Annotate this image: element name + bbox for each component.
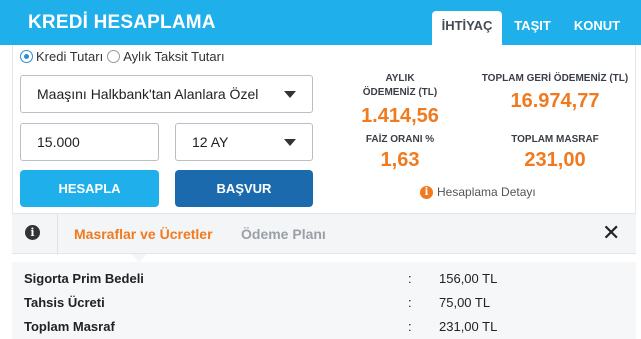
monthly-payment-label-line2: ÖDEMENİZ (TL): [362, 87, 438, 98]
row-value: 156,00 TL: [439, 271, 498, 286]
header-bar: KREDİ HESAPLAMA İHTİYAÇ TAŞIT KONUT: [0, 0, 641, 45]
radio-aylik-taksit[interactable]: [107, 50, 121, 63]
chevron-down-icon: [284, 139, 296, 146]
row-label: Tahsis Ücreti: [24, 295, 105, 310]
divider: [57, 214, 58, 255]
fees-table: Sigorta Prim Bedeli : 156,00 TL Tahsis Ü…: [12, 262, 636, 339]
info-icon: i: [420, 185, 433, 199]
active-tab-pointer: [131, 254, 147, 262]
row-separator: :: [408, 319, 412, 334]
info-icon[interactable]: i: [25, 225, 40, 240]
amount-input[interactable]: 15.000: [20, 123, 159, 161]
calculate-button[interactable]: HESAPLA: [20, 170, 159, 207]
row-label: Toplam Masraf: [24, 319, 115, 334]
radio-kredi-tutari[interactable]: [20, 50, 33, 63]
row-separator: :: [408, 271, 412, 286]
page-title: KREDİ HESAPLAMA: [28, 12, 216, 33]
term-select[interactable]: 12 AY: [175, 123, 313, 161]
close-icon[interactable]: ✕: [602, 220, 620, 246]
campaign-select-value: Maaşını Halkbank'tan Alanlara Özel: [37, 86, 259, 102]
row-label: Sigorta Prim Bedeli: [24, 271, 144, 286]
term-select-value: 12 AY: [192, 134, 229, 150]
chevron-down-icon: [284, 91, 296, 98]
tab-konut[interactable]: KONUT: [566, 11, 628, 45]
total-repayment-value: 16.974,77: [510, 90, 600, 112]
total-cost-label: TOPLAM MASRAF: [511, 134, 599, 145]
monthly-payment-label-line1: AYLIK: [385, 73, 415, 84]
monthly-payment-value: 1.414,56: [361, 105, 439, 127]
monthly-payment-label: AYLIK ÖDEMENİZ (TL): [350, 72, 450, 100]
total-cost-value: 231,00: [524, 149, 586, 171]
amount-input-value: 15.000: [37, 134, 80, 150]
table-row: Tahsis Ücreti : 75,00 TL: [12, 291, 636, 315]
tab-tasit[interactable]: TAŞIT: [505, 11, 560, 45]
tab-ihtiyac[interactable]: İHTİYAÇ: [432, 11, 502, 45]
radio-aylik-taksit-label[interactable]: Aylık Taksit Tutarı: [123, 49, 224, 64]
total-repayment-label: TOPLAM GERİ ÖDEMENİZ (TL): [481, 73, 629, 84]
tab-payment-plan[interactable]: Ödeme Planı: [241, 226, 326, 242]
radio-kredi-tutari-label[interactable]: Kredi Tutarı: [36, 49, 103, 64]
row-separator: :: [408, 295, 412, 310]
interest-rate-value: 1,63: [380, 149, 420, 171]
calculation-detail-label: Hesaplama Detayı: [437, 185, 536, 199]
table-row: Sigorta Prim Bedeli : 156,00 TL: [12, 267, 636, 291]
interest-rate-label: FAİZ ORANI %: [365, 134, 435, 145]
calculation-detail-link[interactable]: i Hesaplama Detayı: [420, 185, 536, 199]
details-tab-bar: i Masraflar ve Ücretler Ödeme Planı ✕: [12, 213, 636, 255]
calculation-mode-radios: Kredi Tutarı Aylık Taksit Tutarı: [20, 49, 229, 64]
tab-fees[interactable]: Masraflar ve Ücretler: [74, 226, 213, 242]
campaign-select[interactable]: Maaşını Halkbank'tan Alanlara Özel: [20, 75, 313, 113]
apply-button[interactable]: BAŞVUR: [175, 170, 313, 207]
table-row: Toplam Masraf : 231,00 TL: [12, 315, 636, 339]
row-value: 75,00 TL: [439, 295, 491, 310]
row-value: 231,00 TL: [439, 319, 498, 334]
